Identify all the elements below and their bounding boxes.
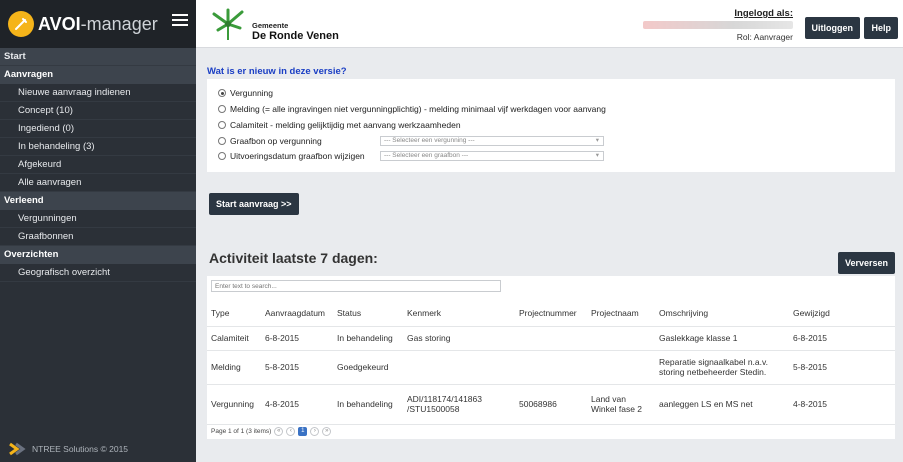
menu-toggle-icon[interactable]: [172, 14, 188, 28]
radio-icon[interactable]: [218, 121, 226, 129]
table-row[interactable]: Melding 5-8-2015 Goedgekeurd Reparatie sign…: [207, 350, 895, 384]
table-cell: In behandeling: [337, 333, 393, 343]
table-cell: 6-8-2015: [793, 333, 828, 343]
table-header-row: Type Aanvraagdatum Status Kenmerk Projectnum…: [207, 300, 895, 326]
table-cell: 50068986: [519, 399, 557, 409]
login-user-redacted: [643, 21, 793, 29]
table-row[interactable]: Vergunning 4-8-2015 In behandeling ADI/1181…: [207, 384, 895, 424]
sidebar-item[interactable]: Graafbonnen: [0, 228, 196, 246]
radio-icon[interactable]: [218, 89, 226, 97]
table-cell: [587, 326, 655, 350]
request-type-panel: Vergunning Melding (= alle ingravingen n…: [207, 79, 895, 172]
table-cell: 6-8-2015: [265, 333, 300, 343]
sidebar-nav: Start Aanvragen Nieuwe aanvraag indienen Co…: [0, 48, 196, 282]
table-cell: Reparatie signaalkabel n.a.v. storing ne…: [659, 357, 768, 377]
login-label[interactable]: Ingelogd als:: [643, 8, 793, 19]
sidebar-footer: NTREE Solutions © 2015: [8, 442, 128, 456]
column-header[interactable]: Status: [333, 300, 403, 326]
sidebar-item[interactable]: Ingediend (0): [0, 120, 196, 138]
sidebar: AVOI-manager Start Aanvragen Nieuwe aanvra…: [0, 0, 196, 462]
whats-new-link[interactable]: Wat is er nieuw in deze versie?: [207, 66, 347, 77]
municipality-name: De Ronde Venen: [252, 29, 339, 42]
table-cell: ADI/118174/141863 /STU1500058: [407, 394, 482, 414]
first-page-icon[interactable]: «: [274, 427, 284, 436]
header: Gemeente De Ronde Venen Ingelogd als: Ro…: [172, 0, 903, 48]
ntree-logo-icon: [9, 442, 26, 456]
sidebar-item[interactable]: Concept (10): [0, 102, 196, 120]
table-cell: In behandeling: [337, 399, 393, 409]
activity-title: Activiteit laatste 7 dagen:: [209, 250, 378, 266]
next-page-icon[interactable]: ›: [310, 427, 320, 436]
municipality-label: Gemeente: [252, 20, 289, 30]
sidebar-item[interactable]: Start: [0, 48, 196, 66]
table-cell: Gas storing: [407, 333, 451, 343]
table-cell: 5-8-2015: [793, 362, 828, 372]
page-number-button[interactable]: 1: [298, 427, 308, 436]
prev-page-icon[interactable]: ‹: [286, 427, 296, 436]
option-calamiteit[interactable]: Calamiteit - melding gelijktijdig met aa…: [218, 120, 461, 130]
sidebar-item[interactable]: In behandeling (3): [0, 138, 196, 156]
main-content: Wat is er nieuw in deze versie? Vergunni…: [196, 49, 903, 462]
table-cell: Melding: [211, 362, 241, 372]
sidebar-section[interactable]: Overzichten: [0, 246, 196, 264]
logout-button[interactable]: Uitloggen: [804, 17, 860, 39]
radio-icon[interactable]: [218, 152, 226, 160]
option-graafbon[interactable]: Graafbon op vergunning: [218, 136, 322, 146]
login-role: Rol: Aanvrager: [736, 32, 793, 42]
sidebar-item[interactable]: Geografisch overzicht: [0, 264, 196, 282]
column-header[interactable]: Aanvraagdatum: [261, 300, 333, 326]
last-page-icon[interactable]: »: [322, 427, 332, 436]
sidebar-item[interactable]: Vergunningen: [0, 210, 196, 228]
brand[interactable]: AVOI-manager: [0, 0, 196, 48]
table-cell: Vergunning: [211, 399, 255, 409]
sidebar-item[interactable]: Nieuwe aanvraag indienen: [0, 84, 196, 102]
select-vergunning[interactable]: --- Selecteer een vergunning --- ▾: [380, 136, 604, 146]
chevron-down-icon: ▾: [595, 152, 599, 159]
column-header[interactable]: Projectnaam: [587, 300, 655, 326]
table-cell: 4-8-2015: [793, 399, 828, 409]
table-cell: Land van Winkel fase 2: [591, 394, 643, 414]
search-input[interactable]: [211, 280, 501, 292]
refresh-button[interactable]: Verversen: [837, 252, 895, 274]
column-header[interactable]: Projectnummer: [515, 300, 587, 326]
select-graafbon[interactable]: --- Selecteer een graafbon --- ▾: [380, 151, 604, 161]
radio-icon[interactable]: [218, 137, 226, 145]
login-info: Ingelogd als: Rol: Aanvrager: [643, 8, 793, 42]
sidebar-section[interactable]: Aanvragen: [0, 66, 196, 84]
table-cell: Calamiteit: [211, 333, 249, 343]
table-cell: [515, 326, 587, 350]
table-cell: Gaslekkage klasse 1: [659, 333, 738, 343]
table-cell: [515, 350, 587, 384]
table-row[interactable]: Calamiteit 6-8-2015 In behandeling Gas stor…: [207, 326, 895, 350]
pager-summary: Page 1 of 1 (3 items): [211, 428, 272, 435]
column-header[interactable]: Type: [207, 300, 261, 326]
option-uitvoeringsdatum[interactable]: Uitvoeringsdatum graafbon wijzigen: [218, 151, 365, 161]
option-melding[interactable]: Melding (= alle ingravingen niet vergunn…: [218, 104, 606, 114]
sidebar-section[interactable]: Verleend: [0, 192, 196, 210]
start-request-button[interactable]: Start aanvraag >>: [209, 193, 299, 215]
chevron-down-icon: ▾: [595, 137, 599, 144]
option-vergunning[interactable]: Vergunning: [218, 88, 273, 98]
brand-logo-icon: [8, 11, 34, 37]
help-button[interactable]: Help: [864, 17, 898, 39]
table-cell: Goedgekeurd: [337, 362, 389, 372]
column-header[interactable]: Kenmerk: [403, 300, 515, 326]
table-cell: aanleggen LS en MS net: [659, 399, 753, 409]
pager: Page 1 of 1 (3 items) « ‹ 1 › »: [211, 427, 332, 436]
table-cell: [587, 350, 655, 384]
brand-name: AVOI-manager: [38, 13, 158, 34]
municipality-emblem-icon: [212, 8, 244, 40]
table-cell: [403, 350, 515, 384]
column-header[interactable]: Omschrijving: [655, 300, 789, 326]
table-cell: 4-8-2015: [265, 399, 300, 409]
activity-table: Type Aanvraagdatum Status Kenmerk Projectnum…: [207, 300, 895, 425]
sidebar-item[interactable]: Afgekeurd: [0, 156, 196, 174]
sidebar-item[interactable]: Alle aanvragen: [0, 174, 196, 192]
activity-table-card: TypeAanvraagdatumStatusKenmerkProjectnum…: [207, 276, 895, 439]
municipality-logo: Gemeente De Ronde Venen: [208, 6, 339, 42]
column-header[interactable]: Gewijzigd: [789, 300, 895, 326]
radio-icon[interactable]: [218, 105, 226, 113]
table-cell: 5-8-2015: [265, 362, 300, 372]
